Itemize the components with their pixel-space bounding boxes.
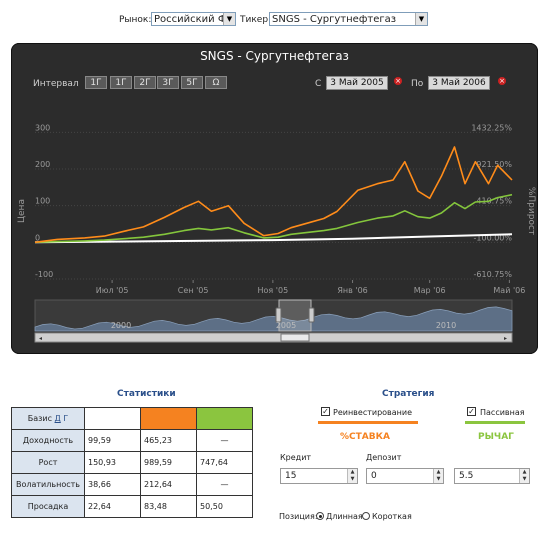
cell: 150,93 [84,451,141,474]
navigator-scroll-thumb [280,333,310,342]
series-swatch-green [196,407,253,430]
strategy-title: Стратегия [382,389,435,399]
range-navigator[interactable]: 2000 2005 2010 ◂ ▸ [34,299,513,343]
basis-label: Базис [27,414,52,423]
long-label: Длинная [326,512,363,521]
navigator-label: 2010 [436,321,456,330]
short-radio[interactable] [362,512,370,520]
series-swatch-white [84,407,141,430]
scroll-left-icon: ◂ [39,335,42,342]
chevron-down-icon: ▼ [415,13,427,25]
passive-checkbox[interactable]: ✓ [467,407,476,416]
cell: 83,48 [140,495,197,518]
row-label: Волатильность [11,473,85,496]
x-tick-label: Янв '06 [337,286,367,295]
price-chart[interactable]: 3002001000-100 1432.25%921.50%410.75%-10… [11,43,538,354]
y-axis-label-left: Цена [17,199,27,223]
credit-input[interactable]: 15 ▲ ▼ [280,468,358,484]
orange-underline [318,421,418,424]
cell: 747,64 [196,451,253,474]
cell: 99,59 [84,429,141,452]
series-swatch-orange [140,407,197,430]
leverage-value: 5.5 [459,471,474,481]
y-tick-label: -100 [35,270,53,279]
ticker-label: Тикер: [240,15,272,25]
position-label: Позиция: [279,512,318,521]
market-label: Рынок: [119,15,152,25]
y2-tick-label: -610.75% [474,270,513,279]
table-row: Просадка 22,64 83,48 50,50 [11,495,253,518]
short-label: Короткая [372,512,412,521]
reinvest-label: Реинвестирование [333,408,413,417]
ticker-select[interactable]: SNGS - Сургутнефтегаз ▼ [269,12,428,26]
x-tick-label: Сен '05 [178,286,209,295]
table-row: Волатильность 38,66 212,64 — [11,473,253,496]
cell: 465,23 [140,429,197,452]
stepper-icon[interactable]: ▲ ▼ [433,469,443,483]
chevron-down-icon: ▼ [223,13,235,25]
x-tick-label: Ноя '05 [258,286,289,295]
credit-label: Кредит [280,453,312,462]
y-tick-label: 200 [35,160,50,169]
x-tick-label: Мар '06 [414,286,446,295]
basis-day-toggle[interactable]: Д [55,414,61,423]
stats-table: Базис Д Г Доходность 99,59 465,23 — Рост… [11,407,253,518]
deposit-input[interactable]: 0 ▲ ▼ [366,468,444,484]
cell: — [196,429,253,452]
row-label: Доходность [11,429,85,452]
passive-label: Пассивная [480,408,525,417]
navigator-handle-left [275,307,282,323]
row-label: Рост [11,451,85,474]
navigator-handle-right [308,307,315,323]
row-label: Просадка [11,495,85,518]
leverage-input[interactable]: 5.5 ▲ ▼ [454,468,530,484]
y2-tick-label: 1432.25% [471,123,512,132]
navigator-label: 2005 [276,321,296,330]
rate-heading: %СТАВКА [340,432,390,442]
stepper-icon[interactable]: ▲ ▼ [347,469,357,483]
table-row: Рост 150,93 989,59 747,64 [11,451,253,474]
y-tick-label: 100 [35,197,50,206]
series-line [34,146,513,244]
y-tick-label: 300 [35,123,50,132]
deposit-label: Депозит [366,453,402,462]
cell: 989,59 [140,451,197,474]
top-controls: Рынок: Российский ФР ▼ Тикер: SNGS - Сур… [0,10,550,32]
long-radio[interactable] [316,512,324,520]
credit-value: 15 [285,471,297,481]
table-row: Доходность 99,59 465,23 — [11,429,253,452]
deposit-value: 0 [371,471,377,481]
leverage-heading: РЫЧАГ [478,432,514,442]
scroll-right-icon: ▸ [504,335,507,342]
green-underline [465,421,525,424]
navigator-label: 2000 [111,321,131,330]
ticker-select-value: SNGS - Сургутнефтегаз [272,14,397,25]
cell: 212,64 [140,473,197,496]
stepper-icon[interactable]: ▲ ▼ [519,469,529,483]
navigator-scrollbar [34,332,513,343]
basis-cell: Базис Д Г [11,407,85,430]
stats-title: Статистики [117,389,176,399]
cell: 50,50 [196,495,253,518]
market-select[interactable]: Российский ФР ▼ [151,12,236,26]
x-tick-label: Июл '05 [96,286,129,295]
cell: 22,64 [84,495,141,518]
reinvest-checkbox[interactable]: ✓ [321,407,330,416]
y2-tick-label: 921.50% [476,160,512,169]
y-axis-label-right: %Прирост [526,187,536,235]
table-row: Базис Д Г [11,407,253,430]
cell: — [196,473,253,496]
cell: 38,66 [84,473,141,496]
x-tick-label: Май '06 [493,286,525,295]
chart-panel: SNGS - Сургутнефтегаз Интервал 1Г 1Г 2Г … [11,43,538,354]
market-select-value: Российский ФР [154,14,233,25]
basis-year-toggle[interactable]: Г [63,414,68,423]
